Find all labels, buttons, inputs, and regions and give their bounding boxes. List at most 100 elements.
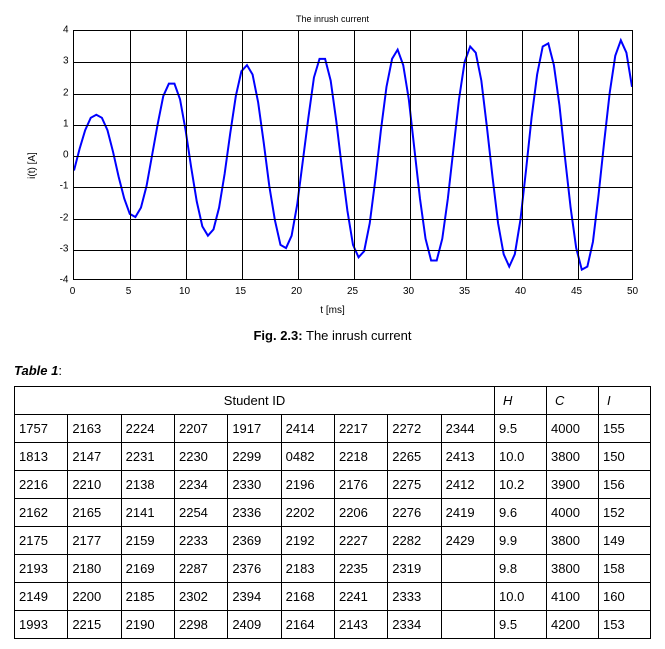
x-tick: 5 — [126, 286, 132, 297]
cell-student-id: 2218 — [334, 443, 387, 471]
cell-student-id: 2168 — [281, 583, 334, 611]
cell-student-id: 2169 — [121, 555, 174, 583]
table-row: 1757216322242207191724142217227223449.54… — [15, 415, 651, 443]
cell-I: 149 — [599, 527, 651, 555]
cell-H: 9.5 — [495, 611, 547, 639]
data-table: Student ID H C I 17572163222422071917241… — [14, 386, 651, 639]
cell-student-id: 2163 — [68, 415, 121, 443]
table-row: 2162216521412254233622022206227624199.64… — [15, 499, 651, 527]
cell-student-id: 2275 — [388, 471, 441, 499]
cell-H: 9.5 — [495, 415, 547, 443]
cell-student-id: 2192 — [281, 527, 334, 555]
cell-student-id: 2234 — [174, 471, 227, 499]
cell-student-id: 2344 — [441, 415, 494, 443]
y-tick: 3 — [29, 56, 69, 67]
y-tick: -1 — [29, 181, 69, 192]
figure-caption: Fig. 2.3: The inrush current — [10, 328, 655, 343]
cell-student-id: 2162 — [15, 499, 68, 527]
figure-label: Fig. 2.3: — [253, 328, 302, 343]
x-tick: 10 — [179, 286, 190, 297]
cell-H: 10.0 — [495, 583, 547, 611]
table-row: 219321802169228723762183223523199.838001… — [15, 555, 651, 583]
header-I: I — [599, 387, 651, 415]
y-tick: 2 — [29, 87, 69, 98]
cell-I: 152 — [599, 499, 651, 527]
cell-student-id: 2143 — [334, 611, 387, 639]
cell-I: 153 — [599, 611, 651, 639]
cell-student-id: 2202 — [281, 499, 334, 527]
cell-student-id: 2333 — [388, 583, 441, 611]
cell-student-id: 2409 — [228, 611, 281, 639]
x-tick: 30 — [403, 286, 414, 297]
cell-student-id: 2412 — [441, 471, 494, 499]
cell-student-id: 2413 — [441, 443, 494, 471]
cell-C: 3900 — [547, 471, 599, 499]
table-header-row: Student ID H C I — [15, 387, 651, 415]
cell-C: 3800 — [547, 555, 599, 583]
cell-student-id: 2185 — [121, 583, 174, 611]
cell-student-id: 2265 — [388, 443, 441, 471]
x-tick: 0 — [70, 286, 76, 297]
cell-student-id: 2299 — [228, 443, 281, 471]
cell-student-id: 2429 — [441, 527, 494, 555]
cell-H: 10.2 — [495, 471, 547, 499]
table-row: 2149220021852302239421682241233310.04100… — [15, 583, 651, 611]
cell-C: 3800 — [547, 527, 599, 555]
cell-student-id: 2227 — [334, 527, 387, 555]
cell-student-id: 2369 — [228, 527, 281, 555]
cell-student-id: 2272 — [388, 415, 441, 443]
cell-student-id: 1993 — [15, 611, 68, 639]
cell-student-id: 2414 — [281, 415, 334, 443]
cell-student-id: 2394 — [228, 583, 281, 611]
cell-student-id: 2138 — [121, 471, 174, 499]
cell-H: 9.6 — [495, 499, 547, 527]
cell-student-id — [441, 611, 494, 639]
table-row: 22162210213822342330219621762275241210.2… — [15, 471, 651, 499]
table-title: Table 1: — [14, 363, 655, 378]
cell-student-id: 2183 — [281, 555, 334, 583]
cell-student-id: 2159 — [121, 527, 174, 555]
cell-C: 4000 — [547, 415, 599, 443]
cell-student-id: 2224 — [121, 415, 174, 443]
cell-student-id: 2233 — [174, 527, 227, 555]
cell-student-id: 2298 — [174, 611, 227, 639]
header-H: H — [495, 387, 547, 415]
cell-I: 155 — [599, 415, 651, 443]
cell-student-id: 0482 — [281, 443, 334, 471]
plot-area — [73, 30, 633, 280]
cell-student-id: 2302 — [174, 583, 227, 611]
cell-student-id: 2254 — [174, 499, 227, 527]
cell-student-id: 2180 — [68, 555, 121, 583]
cell-student-id: 1813 — [15, 443, 68, 471]
cell-student-id: 2177 — [68, 527, 121, 555]
x-tick: 20 — [291, 286, 302, 297]
cell-H: 9.8 — [495, 555, 547, 583]
cell-C: 4200 — [547, 611, 599, 639]
cell-student-id: 2149 — [15, 583, 68, 611]
cell-student-id: 2165 — [68, 499, 121, 527]
header-C: C — [547, 387, 599, 415]
y-tick: -3 — [29, 243, 69, 254]
cell-student-id: 2196 — [281, 471, 334, 499]
y-tick: -4 — [29, 275, 69, 286]
cell-H: 10.0 — [495, 443, 547, 471]
cell-C: 4100 — [547, 583, 599, 611]
cell-I: 160 — [599, 583, 651, 611]
cell-C: 4000 — [547, 499, 599, 527]
cell-student-id: 2336 — [228, 499, 281, 527]
cell-student-id: 2230 — [174, 443, 227, 471]
table-row: 199322152190229824092164214323349.542001… — [15, 611, 651, 639]
cell-student-id: 2276 — [388, 499, 441, 527]
cell-student-id: 2175 — [15, 527, 68, 555]
x-tick: 45 — [571, 286, 582, 297]
cell-student-id: 2241 — [334, 583, 387, 611]
cell-student-id: 2147 — [68, 443, 121, 471]
cell-student-id: 2419 — [441, 499, 494, 527]
cell-I: 156 — [599, 471, 651, 499]
cell-student-id: 2164 — [281, 611, 334, 639]
cell-I: 150 — [599, 443, 651, 471]
cell-student-id — [441, 555, 494, 583]
cell-student-id: 1917 — [228, 415, 281, 443]
figure-caption-text: The inrush current — [306, 328, 412, 343]
cell-student-id: 2193 — [15, 555, 68, 583]
